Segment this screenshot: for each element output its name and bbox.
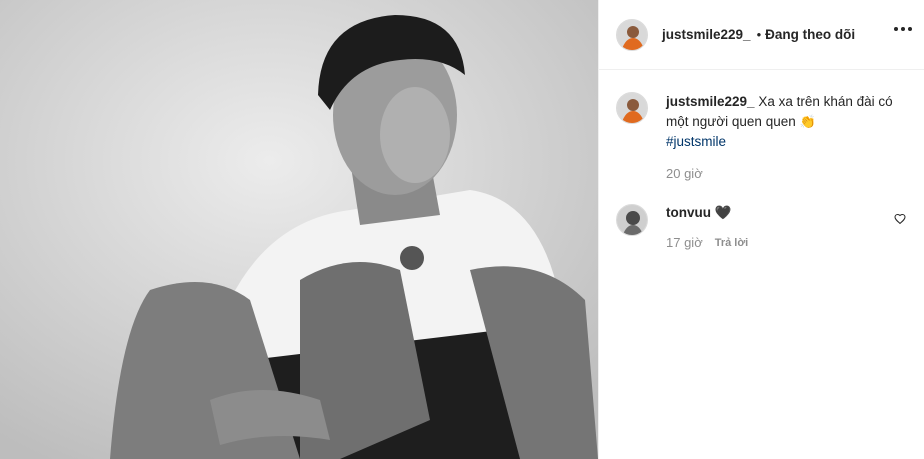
post-timestamp[interactable]: 20 giờ	[666, 164, 908, 184]
post-header: justsmile229_ • Đang theo dõi	[599, 0, 924, 70]
caption-author-avatar[interactable]	[616, 92, 648, 124]
post-caption: justsmile229_ Xa xa trên khán đài có một…	[599, 70, 924, 184]
comment-text: 🖤	[714, 205, 732, 220]
hashtag-link[interactable]: #justsmile	[666, 134, 726, 149]
photo-image	[0, 0, 598, 459]
commenter-username-link[interactable]: tonvuu	[666, 205, 711, 220]
comment-timestamp[interactable]: 17 giờ	[666, 234, 703, 252]
post-side-panel: justsmile229_ • Đang theo dõi justsmile2…	[598, 0, 924, 459]
author-avatar[interactable]	[616, 18, 648, 51]
comment-item: tonvuu 🖤 17 giờ Trả lời	[599, 184, 924, 252]
more-options-icon[interactable]	[894, 27, 912, 31]
author-username-link[interactable]: justsmile229_	[662, 27, 751, 42]
following-button[interactable]: Đang theo dõi	[765, 27, 855, 42]
commenter-avatar[interactable]	[616, 204, 648, 236]
separator-dot: •	[756, 27, 762, 42]
heart-outline-icon[interactable]	[894, 212, 906, 230]
reply-button[interactable]: Trả lời	[715, 234, 749, 252]
caption-username-link[interactable]: justsmile229_	[666, 94, 755, 109]
clapping-emoji: 👏	[799, 114, 816, 129]
post-photo[interactable]	[0, 0, 598, 459]
